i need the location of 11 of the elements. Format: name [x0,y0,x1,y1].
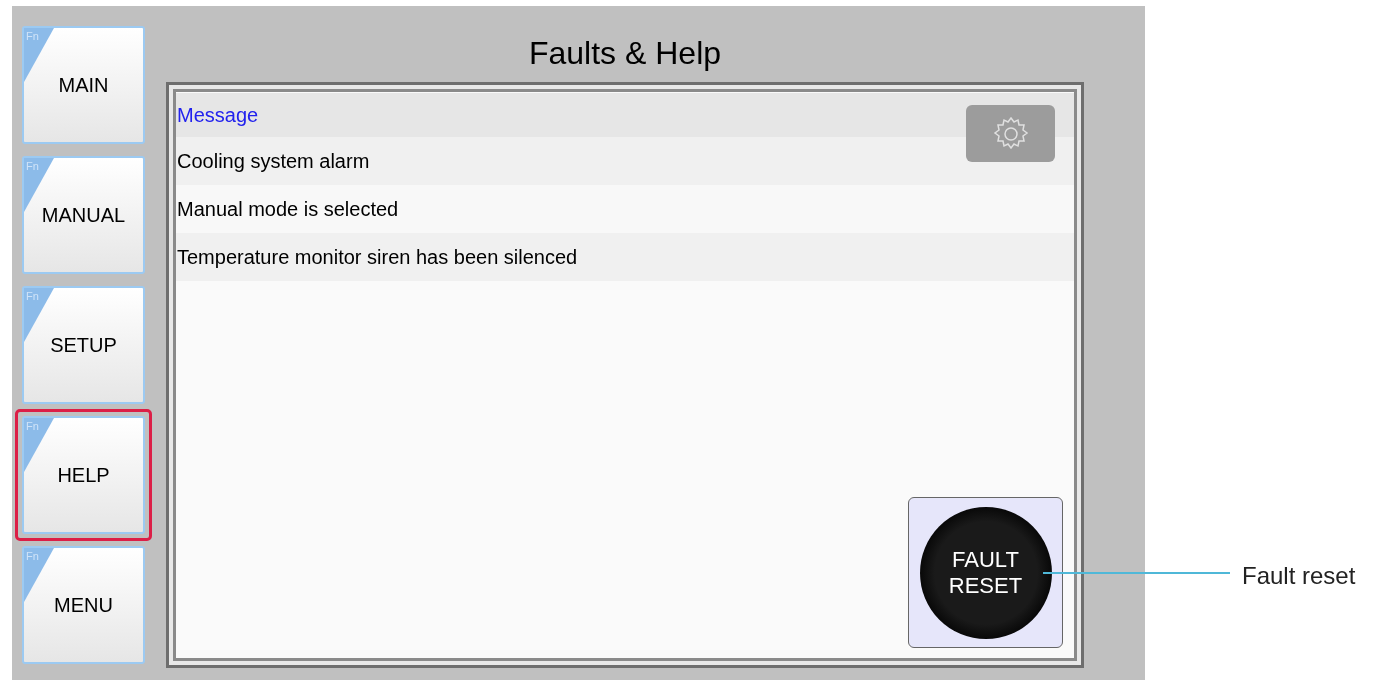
settings-button[interactable] [966,105,1055,162]
message-row[interactable]: Cooling system alarm [176,137,1074,185]
fn-corner: Fn [24,28,54,82]
screen-title: Faults & Help [527,34,723,73]
fault-reset-button[interactable]: FAULT RESET [919,506,1052,639]
nav-button[interactable]: Fn HELP [15,409,152,541]
fn-corner: Fn [24,418,54,472]
column-header: Message [176,93,1074,137]
message-row[interactable]: Temperature monitor siren has been silenced [176,233,1074,281]
annotation-label: Fault reset [1242,561,1356,591]
fn-corner: Fn [24,548,54,602]
